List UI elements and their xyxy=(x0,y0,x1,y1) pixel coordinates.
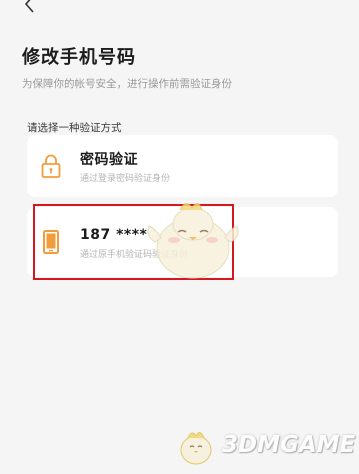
option-label: 187 **** xyxy=(80,227,148,243)
page-subtitle: 为保障你的帐号安全，进行操作前需验证身份 xyxy=(22,78,232,90)
watermark-text: 3DMGAME xyxy=(222,432,356,458)
watermark-logo-icon xyxy=(180,432,212,465)
phone-icon xyxy=(39,229,63,255)
lock-icon xyxy=(39,153,63,179)
phone-verify-option[interactable]: 187 **** 通过原手机验证码验证身份 xyxy=(27,207,338,277)
chevron-left-icon xyxy=(24,0,34,13)
page-title: 修改手机号码 xyxy=(22,47,136,68)
option-description: 通过原手机验证码验证身份 xyxy=(80,250,189,260)
back-button[interactable] xyxy=(22,0,38,14)
option-label: 密码验证 xyxy=(80,152,138,168)
option-description: 通过登录密码验证身份 xyxy=(80,174,171,184)
section-label: 请选择一种验证方式 xyxy=(27,122,122,134)
password-verify-option[interactable]: 密码验证 通过登录密码验证身份 xyxy=(27,135,338,197)
